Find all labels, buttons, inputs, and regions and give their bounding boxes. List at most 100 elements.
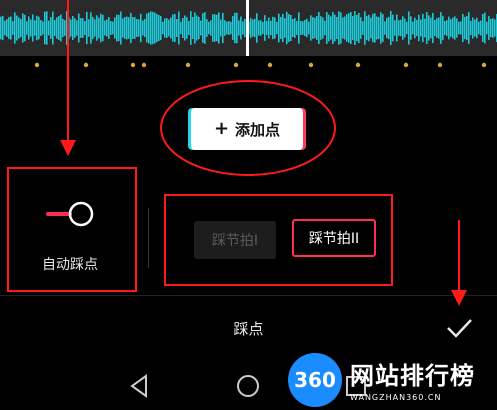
waveform-bar <box>166 18 168 38</box>
waveform-bar <box>164 18 166 38</box>
waveform-bar <box>452 17 454 39</box>
waveform-bar <box>16 15 18 41</box>
waveform-bar <box>306 18 308 38</box>
waveform-bar <box>390 11 392 45</box>
waveform-bar <box>134 17 136 39</box>
waveform-bar <box>214 14 216 42</box>
waveform-bar <box>218 12 220 44</box>
triangle-back-icon[interactable] <box>126 372 154 400</box>
waveform-bar <box>360 17 362 39</box>
waveform-bar <box>462 13 464 43</box>
waveform-bar <box>486 21 488 35</box>
watermark-logo: 360 <box>288 353 342 407</box>
waveform-bar <box>224 20 226 36</box>
waveform-bar <box>4 20 6 36</box>
waveform-bar <box>342 17 344 39</box>
waveform-bar <box>32 14 34 42</box>
waveform-bar <box>194 12 196 44</box>
waveform-bar <box>436 18 438 38</box>
waveform-bar <box>296 21 298 35</box>
panel-divider <box>0 295 497 296</box>
waveform-bar <box>86 11 88 45</box>
waveform-bar <box>302 21 304 35</box>
waveform-bar <box>148 12 150 44</box>
waveform-bar <box>458 21 460 35</box>
waveform-bar <box>60 14 62 42</box>
waveform-bar <box>266 21 268 35</box>
playhead[interactable] <box>246 0 249 56</box>
waveform-bar <box>426 12 428 44</box>
waveform-bar <box>36 15 38 41</box>
waveform-bar <box>202 13 204 43</box>
waveform-bar <box>172 14 174 42</box>
waveform-bar <box>262 21 264 35</box>
auto-beat-toggle[interactable] <box>44 198 100 230</box>
check-icon[interactable] <box>444 313 474 343</box>
waveform-bar <box>186 17 188 39</box>
waveform-bar <box>230 21 232 35</box>
waveform-bar <box>208 21 210 35</box>
waveform-bar <box>240 16 242 40</box>
waveform-bar <box>264 15 266 41</box>
waveform-bar <box>244 18 246 38</box>
waveform-bar <box>310 15 312 41</box>
waveform-bar <box>110 21 112 35</box>
waveform-bar <box>100 13 102 43</box>
waveform-bar <box>364 11 366 45</box>
waveform-bar <box>116 14 118 42</box>
waveform-bar <box>22 13 24 43</box>
add-point-button[interactable]: + 添加点 <box>191 108 303 150</box>
waveform-bar <box>480 20 482 36</box>
waveform-bar <box>420 19 422 37</box>
waveform-bar <box>18 17 20 39</box>
waveform-bar <box>284 18 286 38</box>
circle-home-icon[interactable] <box>234 372 262 400</box>
waveform-bar <box>388 16 390 40</box>
waveform-bar <box>398 20 400 36</box>
waveform-bar <box>476 17 478 39</box>
waveform-bar <box>400 19 402 37</box>
waveform-bar <box>448 16 450 40</box>
waveform-bar <box>136 19 138 37</box>
waveform-bar <box>188 21 190 35</box>
waveform-bar <box>120 11 122 45</box>
waveform-bar <box>382 14 384 42</box>
waveform-bar <box>484 12 486 44</box>
beat-option-2[interactable]: 踩节拍II <box>292 219 376 257</box>
waveform-bar <box>330 16 332 40</box>
waveform-bar <box>374 13 376 43</box>
waveform-bar <box>104 20 106 36</box>
waveform-bar <box>334 14 336 42</box>
waveform-bar <box>278 13 280 43</box>
waveform-bar <box>42 21 44 35</box>
waveform-bar <box>138 19 140 37</box>
waveform-bar <box>184 15 186 41</box>
watermark-subtext: WANGZHAN360.CN <box>350 393 442 402</box>
panel-title: 踩点 <box>233 320 264 338</box>
waveform-bar <box>92 16 94 40</box>
waveform-bar <box>428 15 430 41</box>
waveform-bar <box>20 18 22 38</box>
waveform-bar <box>392 14 394 42</box>
waveform-bar <box>488 16 490 40</box>
audio-waveform[interactable] <box>0 0 497 56</box>
waveform-bar <box>260 20 262 36</box>
waveform-bar <box>170 17 172 39</box>
waveform-bar <box>200 20 202 36</box>
waveform-bar <box>192 16 194 40</box>
waveform-bar <box>338 11 340 45</box>
waveform-bar <box>168 19 170 37</box>
waveform-bar <box>276 21 278 35</box>
auto-beat-label: 自动踩点 <box>42 257 98 273</box>
beat-dot <box>403 62 409 68</box>
waveform-bar <box>236 12 238 44</box>
waveform-bar <box>210 20 212 36</box>
waveform-bar <box>48 20 50 36</box>
waveform-bar <box>464 16 466 40</box>
waveform-bar <box>294 18 296 38</box>
waveform-bar <box>322 17 324 39</box>
waveform-bar <box>412 21 414 35</box>
waveform-bar <box>12 21 14 35</box>
beat-option-1[interactable]: 踩节拍I <box>194 221 276 259</box>
waveform-bar <box>466 15 468 41</box>
